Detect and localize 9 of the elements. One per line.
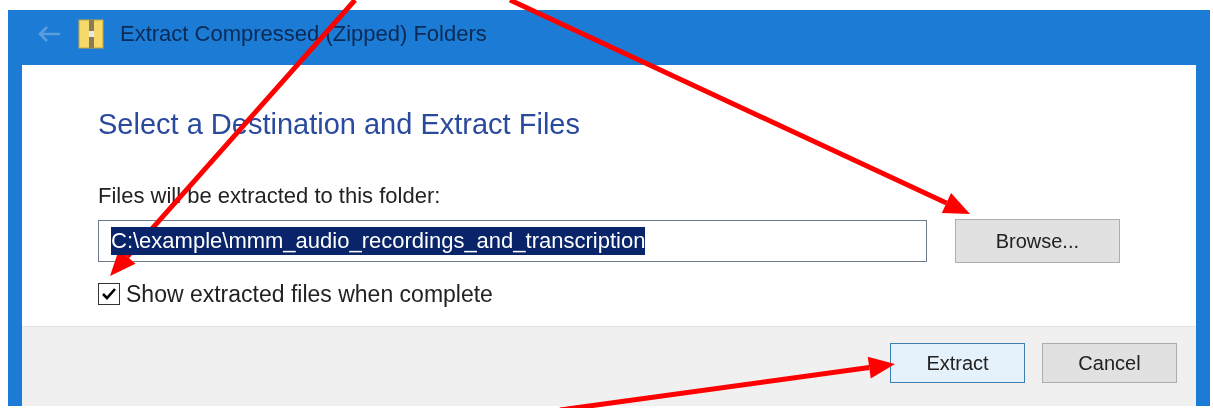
checkbox-label: Show extracted files when complete [126,280,493,309]
dialog-button[interactable]: Cancel [1042,342,1177,383]
dialog-button[interactable]: Extract [890,342,1025,383]
path-field[interactable]: C:\example\mmm_audio_recordings_and_transcription [98,220,927,262]
checkmark-icon [101,287,117,302]
zip-folder-icon [78,18,104,49]
checkbox[interactable] [98,283,120,306]
browse-button[interactable]: Browse... [954,219,1120,263]
window-title: Extract Compressed (Zipped) Folders [120,20,487,48]
